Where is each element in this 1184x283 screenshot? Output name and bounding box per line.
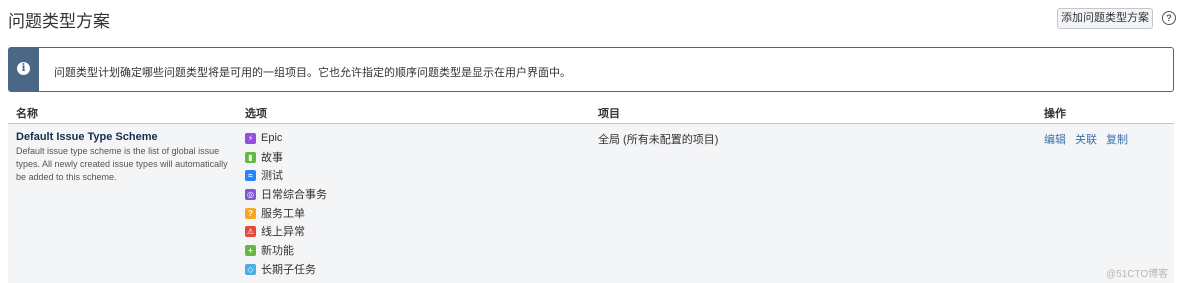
option-story: ▮ 故事 (245, 148, 283, 166)
add-issue-type-scheme-button[interactable]: 添加问题类型方案 (1057, 8, 1153, 29)
option-label: 测试 (261, 170, 283, 182)
option-daily-affairs: ◎ 日常综合事务 (245, 185, 327, 203)
page-title: 问题类型方案 (8, 12, 110, 31)
option-test: ≈ 测试 (245, 166, 283, 184)
info-message: i 问题类型计划确定哪些问题类型将是可用的一组项目。它也允许指定的顺序问题类型是… (8, 47, 1174, 92)
info-icon: i (17, 62, 30, 75)
option-service-ticket: ? 服务工单 (245, 204, 305, 222)
option-label: 新功能 (261, 245, 294, 257)
info-sidebar: i (9, 48, 39, 91)
edit-link[interactable]: 编辑 (1044, 131, 1066, 147)
new-feature-icon: + (245, 244, 256, 256)
option-epic: ⚡ Epic (245, 129, 282, 147)
option-label: Epic (261, 132, 283, 144)
option-label: 长期子任务 (261, 264, 316, 276)
option-new-feature: + 新功能 (245, 241, 294, 259)
option-label: 服务工单 (261, 208, 305, 220)
project-scope: 全局 (所有未配置的项目) (598, 134, 719, 146)
header-project: 项目 (598, 108, 620, 120)
option-label: 线上异常 (261, 226, 305, 238)
option-long-subtask: ◇ 长期子任务 (245, 260, 316, 278)
info-text: 问题类型计划确定哪些问题类型将是可用的一组项目。它也允许指定的顺序问题类型是显示… (54, 67, 571, 79)
header-actions: 操作 (1044, 108, 1066, 120)
option-label: 故事 (261, 152, 283, 164)
test-icon: ≈ (245, 169, 256, 181)
service-ticket-icon: ? (245, 207, 256, 219)
associate-link[interactable]: 关联 (1075, 131, 1097, 147)
header-options: 选项 (245, 108, 267, 120)
watermark: @51CTO博客 (1106, 269, 1169, 280)
option-label: 日常综合事务 (261, 189, 327, 201)
scheme-name: Default Issue Type Scheme (16, 131, 158, 143)
long-subtask-icon: ◇ (245, 263, 256, 275)
header-name: 名称 (16, 108, 38, 120)
scheme-description: Default issue type scheme is the list of… (16, 146, 228, 182)
copy-link[interactable]: 复制 (1106, 131, 1128, 147)
help-icon[interactable]: ? (1162, 11, 1176, 25)
daily-affairs-icon: ◎ (245, 188, 256, 200)
option-online-exception: ⚠ 线上异常 (245, 222, 305, 240)
online-exception-icon: ⚠ (245, 225, 256, 237)
story-icon: ▮ (245, 151, 256, 163)
epic-icon: ⚡ (245, 132, 256, 144)
